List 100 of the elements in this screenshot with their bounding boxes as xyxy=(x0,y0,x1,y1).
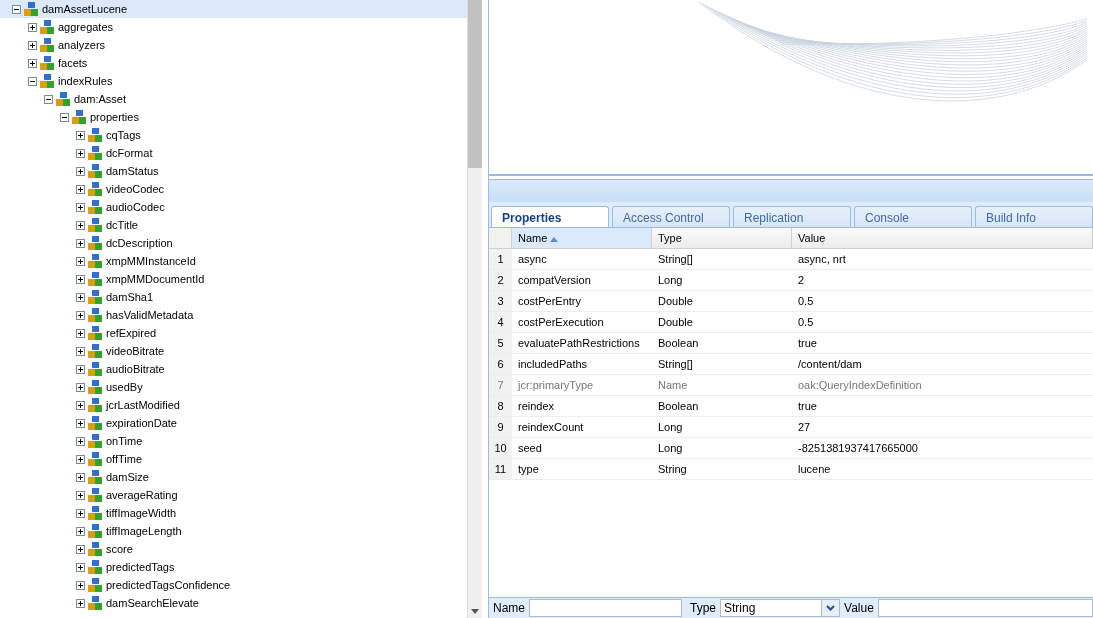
expand-icon[interactable] xyxy=(76,202,85,212)
node-icon xyxy=(39,55,55,71)
expand-icon[interactable] xyxy=(76,274,85,284)
expand-icon[interactable] xyxy=(76,472,85,482)
tree-node-label[interactable]: videoCodec xyxy=(103,182,168,196)
expand-icon[interactable] xyxy=(76,184,85,194)
row-number: 9 xyxy=(489,417,512,437)
tree-node-label[interactable]: xmpMMInstanceId xyxy=(103,254,199,268)
tab[interactable]: Replication xyxy=(733,206,851,227)
node-icon xyxy=(87,163,103,179)
tree-node-label[interactable]: analyzers xyxy=(55,38,109,52)
collapse-icon[interactable] xyxy=(12,4,21,14)
expand-icon[interactable] xyxy=(76,544,85,554)
expand-icon[interactable] xyxy=(76,364,85,374)
node-icon xyxy=(87,523,103,539)
tree-node-label[interactable]: usedBy xyxy=(103,380,146,394)
row-number: 4 xyxy=(489,312,512,332)
node-icon xyxy=(87,361,103,377)
tree-node-label[interactable]: refExpired xyxy=(103,326,160,340)
expand-icon[interactable] xyxy=(28,40,37,50)
expand-icon[interactable] xyxy=(76,526,85,536)
node-icon xyxy=(87,505,103,521)
tree-node-label[interactable]: dcFormat xyxy=(103,146,156,160)
tree-node-label[interactable]: dam:Asset xyxy=(71,92,129,106)
tree-node-label[interactable]: xmpMMDocumentId xyxy=(103,272,208,286)
tree-node-label[interactable]: audioCodec xyxy=(103,200,168,214)
tree-node-label[interactable]: damAssetLucene xyxy=(39,2,130,16)
table-cell: includedPaths xyxy=(518,358,588,370)
tree-node-label[interactable]: hasValidMetadata xyxy=(103,308,197,322)
tree-node-label[interactable]: tiffImageLength xyxy=(103,524,185,538)
node-icon xyxy=(87,559,103,575)
expand-icon[interactable] xyxy=(76,580,85,590)
collapse-icon[interactable] xyxy=(28,76,37,86)
tree-node-label[interactable]: dcDescription xyxy=(103,236,176,250)
table-cell: reindexCount xyxy=(518,421,584,433)
expand-icon[interactable] xyxy=(76,436,85,446)
expand-icon[interactable] xyxy=(76,598,85,608)
tree-node-label[interactable]: damSearchElevate xyxy=(103,596,202,610)
table-cell: async, nrt xyxy=(798,253,846,265)
tab[interactable]: Build Info xyxy=(975,206,1093,227)
expand-icon[interactable] xyxy=(76,292,85,302)
expand-icon[interactable] xyxy=(76,220,85,230)
tree-node-label[interactable]: predictedTagsConfidence xyxy=(103,578,234,592)
tree-node-label[interactable]: properties xyxy=(87,110,142,124)
tree-node-label[interactable]: facets xyxy=(55,56,91,70)
column-header[interactable]: Name xyxy=(512,228,652,248)
collapse-icon[interactable] xyxy=(60,112,69,122)
tree-node-label[interactable]: averageRating xyxy=(103,488,181,502)
tree-node-label[interactable]: damStatus xyxy=(103,164,162,178)
expand-icon[interactable] xyxy=(76,508,85,518)
column-header[interactable]: Value xyxy=(792,228,1093,248)
expand-icon[interactable] xyxy=(76,148,85,158)
expand-icon[interactable] xyxy=(76,328,85,338)
tree-node-label[interactable]: predictedTags xyxy=(103,560,178,574)
tree-node-label[interactable]: tiffImageWidth xyxy=(103,506,180,520)
expand-icon[interactable] xyxy=(76,346,85,356)
node-icon xyxy=(87,433,103,449)
expand-icon[interactable] xyxy=(76,310,85,320)
node-icon xyxy=(87,397,103,413)
expand-icon[interactable] xyxy=(76,382,85,392)
tree-node-label[interactable]: indexRules xyxy=(55,74,116,88)
expand-icon[interactable] xyxy=(76,400,85,410)
expand-icon[interactable] xyxy=(76,166,85,176)
tab[interactable]: Properties xyxy=(491,206,609,227)
scrollbar[interactable] xyxy=(468,0,483,618)
tree-node-label[interactable]: dcTitle xyxy=(103,218,141,232)
expand-icon[interactable] xyxy=(76,454,85,464)
expand-icon[interactable] xyxy=(28,22,37,32)
tree-node-label[interactable]: damSha1 xyxy=(103,290,157,304)
table-cell: true xyxy=(798,337,817,349)
expand-icon[interactable] xyxy=(76,238,85,248)
tree-node-label[interactable]: expirationDate xyxy=(103,416,180,430)
column-header[interactable]: Type xyxy=(652,228,792,248)
row-number: 11 xyxy=(489,459,512,479)
expand-icon[interactable] xyxy=(76,130,85,140)
node-icon xyxy=(87,235,103,251)
tree-node-label[interactable]: videoBitrate xyxy=(103,344,168,358)
table-cell: evaluatePathRestrictions xyxy=(518,337,640,349)
expand-icon[interactable] xyxy=(28,58,37,68)
collapse-icon[interactable] xyxy=(44,94,53,104)
tree-node-label[interactable]: offTime xyxy=(103,452,146,466)
tab[interactable]: Access Control xyxy=(612,206,730,227)
scroll-down-icon[interactable] xyxy=(470,608,481,616)
tree-node-label[interactable]: damSize xyxy=(103,470,152,484)
tree-node-label[interactable]: audioBitrate xyxy=(103,362,168,376)
tree-node-label[interactable]: aggregates xyxy=(55,20,117,34)
expand-icon[interactable] xyxy=(76,562,85,572)
tab[interactable]: Console xyxy=(854,206,972,227)
table-cell: Boolean xyxy=(658,400,699,412)
expand-icon[interactable] xyxy=(76,256,85,266)
value-field[interactable] xyxy=(877,599,1093,617)
row-number: 8 xyxy=(489,396,512,416)
expand-icon[interactable] xyxy=(76,490,85,500)
type-dropdown[interactable]: String xyxy=(720,599,841,617)
name-field[interactable] xyxy=(529,599,682,617)
tree-node-label[interactable]: cqTags xyxy=(103,128,144,142)
tree-node-label[interactable]: jcrLastModified xyxy=(103,398,183,412)
expand-icon[interactable] xyxy=(76,418,85,428)
tree-node-label[interactable]: onTime xyxy=(103,434,146,448)
tree-node-label[interactable]: score xyxy=(103,542,136,556)
